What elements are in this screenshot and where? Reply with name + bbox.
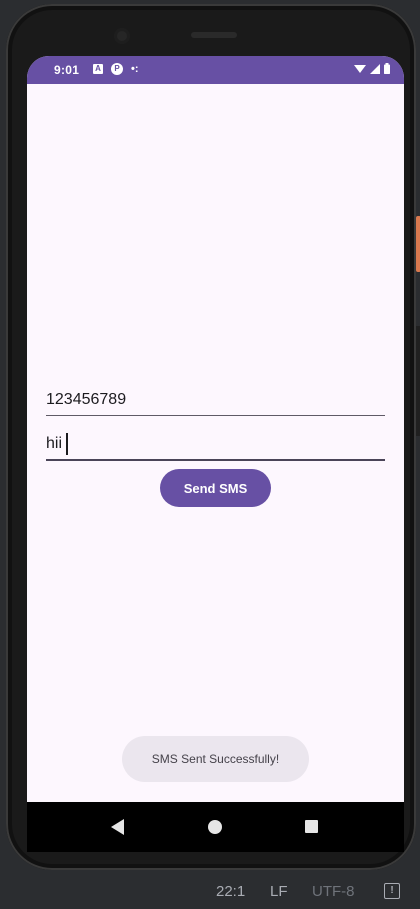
phone-frame: 9:01 A P •: 123456789 hii Send SMS SMS S… <box>6 4 420 870</box>
file-encoding[interactable]: UTF-8 <box>312 883 355 900</box>
phone-number-field[interactable] <box>46 387 385 416</box>
app-content: Send SMS SMS Sent Successfully! <box>27 84 404 802</box>
status-bar: 9:01 A P •: <box>27 56 404 84</box>
phone-number-input[interactable] <box>46 387 385 409</box>
home-icon[interactable] <box>208 820 222 834</box>
notifications-icon[interactable]: ! <box>384 883 400 899</box>
system-icons <box>354 63 390 74</box>
signal-icon <box>370 63 380 74</box>
volume-button[interactable] <box>416 326 420 436</box>
app-a-icon: A <box>93 64 103 74</box>
message-input[interactable] <box>46 431 385 453</box>
emulator-stage: 9:01 A P •: 123456789 hii Send SMS SMS S… <box>0 0 420 909</box>
back-icon[interactable] <box>111 819 124 835</box>
device-screen: 9:01 A P •: 123456789 hii Send SMS SMS S… <box>27 56 404 852</box>
navigation-bar <box>27 802 404 852</box>
wifi-icon <box>354 64 366 73</box>
speaker-grille <box>191 32 237 38</box>
app-p-icon: P <box>111 63 123 75</box>
recents-icon[interactable] <box>305 820 318 833</box>
status-time: 9:01 <box>54 63 80 77</box>
ide-status-bar: 22:1 LF UTF-8 ! <box>0 874 420 909</box>
line-ending[interactable]: LF <box>270 883 288 900</box>
text-cursor <box>66 433 68 455</box>
toast-message: SMS Sent Successfully! <box>122 736 309 782</box>
battery-icon <box>384 63 390 74</box>
notification-icons: A P •: <box>93 63 139 75</box>
camera-icon <box>114 28 130 44</box>
message-field[interactable] <box>46 431 385 461</box>
cursor-position[interactable]: 22:1 <box>216 883 245 900</box>
dots-icon: •: <box>131 63 139 75</box>
power-button[interactable] <box>416 216 420 272</box>
send-sms-button[interactable]: Send SMS <box>160 469 271 507</box>
